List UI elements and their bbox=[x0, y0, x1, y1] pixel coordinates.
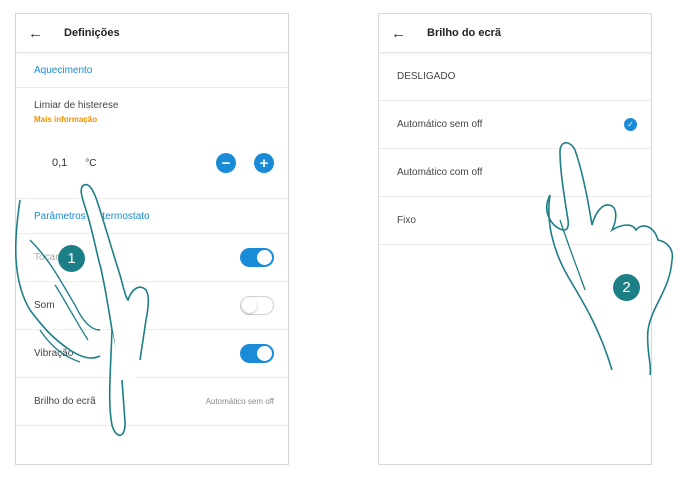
vibration-row: Vibração bbox=[16, 330, 288, 378]
plus-icon[interactable]: + bbox=[254, 153, 274, 173]
option-label: Automático com off bbox=[397, 167, 483, 178]
option-auto-with-off[interactable]: Automático com off bbox=[379, 149, 651, 197]
hysteresis-label: Limiar de histerese bbox=[34, 100, 119, 111]
page-title: Definições bbox=[64, 27, 120, 39]
option-label: Fixo bbox=[397, 215, 416, 226]
hysteresis-unit: °C bbox=[85, 157, 97, 169]
step-badge-2: 2 bbox=[613, 274, 640, 301]
step-badge-1: 1 bbox=[58, 245, 85, 272]
section-heating: Aquecimento bbox=[16, 53, 288, 88]
hysteresis-value: 0,1 bbox=[52, 157, 68, 169]
option-fixed[interactable]: Fixo bbox=[379, 197, 651, 245]
settings-screen: ← Definições Aquecimento Limiar de histe… bbox=[15, 13, 289, 465]
back-arrow-icon[interactable]: ← bbox=[28, 25, 43, 42]
sound-toggle[interactable] bbox=[240, 296, 274, 315]
vibration-toggle[interactable] bbox=[240, 344, 274, 363]
hysteresis-stepper: 0,1 °C − + bbox=[16, 128, 288, 199]
section-thermostat: Parâmetros do termostato bbox=[16, 199, 288, 234]
check-icon: ✓ bbox=[624, 118, 637, 131]
hysteresis-block: Limiar de histerese Mais informação bbox=[16, 88, 288, 128]
brightness-value: Automático sem off bbox=[205, 397, 274, 406]
header: ← Definições bbox=[16, 14, 288, 53]
sound-label: Som bbox=[34, 300, 55, 311]
more-info-link[interactable]: Mais informação bbox=[34, 115, 288, 124]
touch-toggle[interactable] bbox=[240, 248, 274, 267]
touch-label: Tocar bbox=[34, 252, 59, 263]
header: ← Brilho do ecrã bbox=[379, 14, 651, 53]
option-label: DESLIGADO bbox=[397, 71, 456, 82]
sound-row: Som bbox=[16, 282, 288, 330]
minus-icon[interactable]: − bbox=[216, 153, 236, 173]
brightness-label: Brilho do ecrã bbox=[34, 396, 96, 407]
vibration-label: Vibração bbox=[34, 348, 74, 359]
touch-row: Tocar bbox=[16, 234, 288, 282]
brightness-row[interactable]: Brilho do ecrã Automático sem off bbox=[16, 378, 288, 426]
option-off[interactable]: DESLIGADO bbox=[379, 53, 651, 101]
option-auto-without-off[interactable]: Automático sem off ✓ bbox=[379, 101, 651, 149]
brightness-screen: ← Brilho do ecrã DESLIGADO Automático se… bbox=[378, 13, 652, 465]
back-arrow-icon[interactable]: ← bbox=[391, 25, 406, 42]
page-title: Brilho do ecrã bbox=[427, 27, 501, 39]
option-label: Automático sem off bbox=[397, 119, 483, 130]
